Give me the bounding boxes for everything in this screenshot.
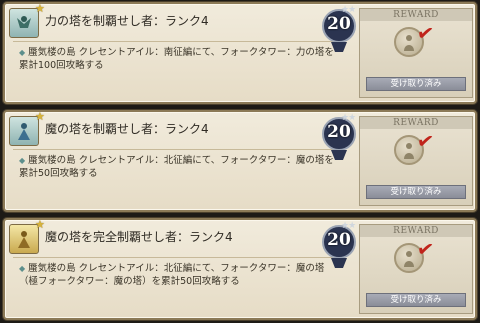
star-icon: ★ <box>35 110 45 123</box>
achievement-card[interactable]: ★ 魔の塔を完全制覇せし者：ランク4 ◆ 蜃気楼の島 クレセントアイル：北征編にて… <box>3 218 477 320</box>
reward-header: REWARD <box>360 9 472 21</box>
divider <box>13 149 333 150</box>
description-text: 蜃気楼の島 クレセントアイル：北征編にて、フォークタワー：魔の塔（極フォークタワ… <box>19 263 325 287</box>
points-badge: ★★ 20 <box>321 5 357 56</box>
achievement-card[interactable]: ★ 魔の塔を制覇せし者：ランク4 ◆ 蜃気楼の島 クレセントアイル：北征編にて、フ… <box>3 110 477 212</box>
divider <box>13 257 333 258</box>
star-icon: ★ <box>35 2 45 15</box>
achievement-points: 20 <box>327 122 351 142</box>
achievement-title: 魔の塔を完全制覇せし者：ランク4 <box>45 230 233 244</box>
achievement-description: ◆ 蜃気楼の島 クレセントアイル：北征編にて、フォークタワー：魔の塔（極フォークタ… <box>19 262 337 288</box>
achievement-description: ◆ 蜃気楼の島 クレセントアイル：南征編にて、フォークタワー：力の塔を累計100回… <box>19 46 337 72</box>
reward-panel: REWARD ✔ 受け取り済み <box>359 224 473 314</box>
achievement-points: 20 <box>327 14 351 34</box>
reward-panel: REWARD ✔ 受け取り済み <box>359 8 473 98</box>
divider <box>13 41 333 42</box>
claim-button[interactable]: 受け取り済み <box>366 185 466 199</box>
achievement-title: 力の塔を制覇せし者：ランク4 <box>45 14 209 28</box>
claimed-check-icon: ✔ <box>415 127 436 155</box>
claim-button[interactable]: 受け取り済み <box>366 77 466 91</box>
bullet-icon: ◆ <box>19 48 26 57</box>
bullet-icon: ◆ <box>19 264 26 273</box>
star-icon: ★ <box>35 218 45 231</box>
reward-header: REWARD <box>360 225 472 237</box>
description-text: 蜃気楼の島 クレセントアイル：南征編にて、フォークタワー：力の塔を累計100回攻… <box>19 47 334 71</box>
achievement-title: 魔の塔を制覇せし者：ランク4 <box>45 122 209 136</box>
description-text: 蜃気楼の島 クレセントアイル：北征編にて、フォークタワー：魔の塔を累計50回攻略… <box>19 155 334 179</box>
achievement-description: ◆ 蜃気楼の島 クレセントアイル：北征編にて、フォークタワー：魔の塔を累計50回攻… <box>19 154 337 180</box>
claimed-check-icon: ✔ <box>415 19 436 47</box>
achievement-points: 20 <box>327 230 351 250</box>
points-badge: ★★ 20 <box>321 221 357 272</box>
claim-button[interactable]: 受け取り済み <box>366 293 466 307</box>
achievement-card[interactable]: ★ 力の塔を制覇せし者：ランク4 ◆ 蜃気楼の島 クレセントアイル：南征編にて、フ… <box>3 2 477 104</box>
reward-panel: REWARD ✔ 受け取り済み <box>359 116 473 206</box>
points-badge: ★★ 20 <box>321 113 357 164</box>
claimed-check-icon: ✔ <box>415 235 436 263</box>
reward-header: REWARD <box>360 117 472 129</box>
bullet-icon: ◆ <box>19 156 26 165</box>
